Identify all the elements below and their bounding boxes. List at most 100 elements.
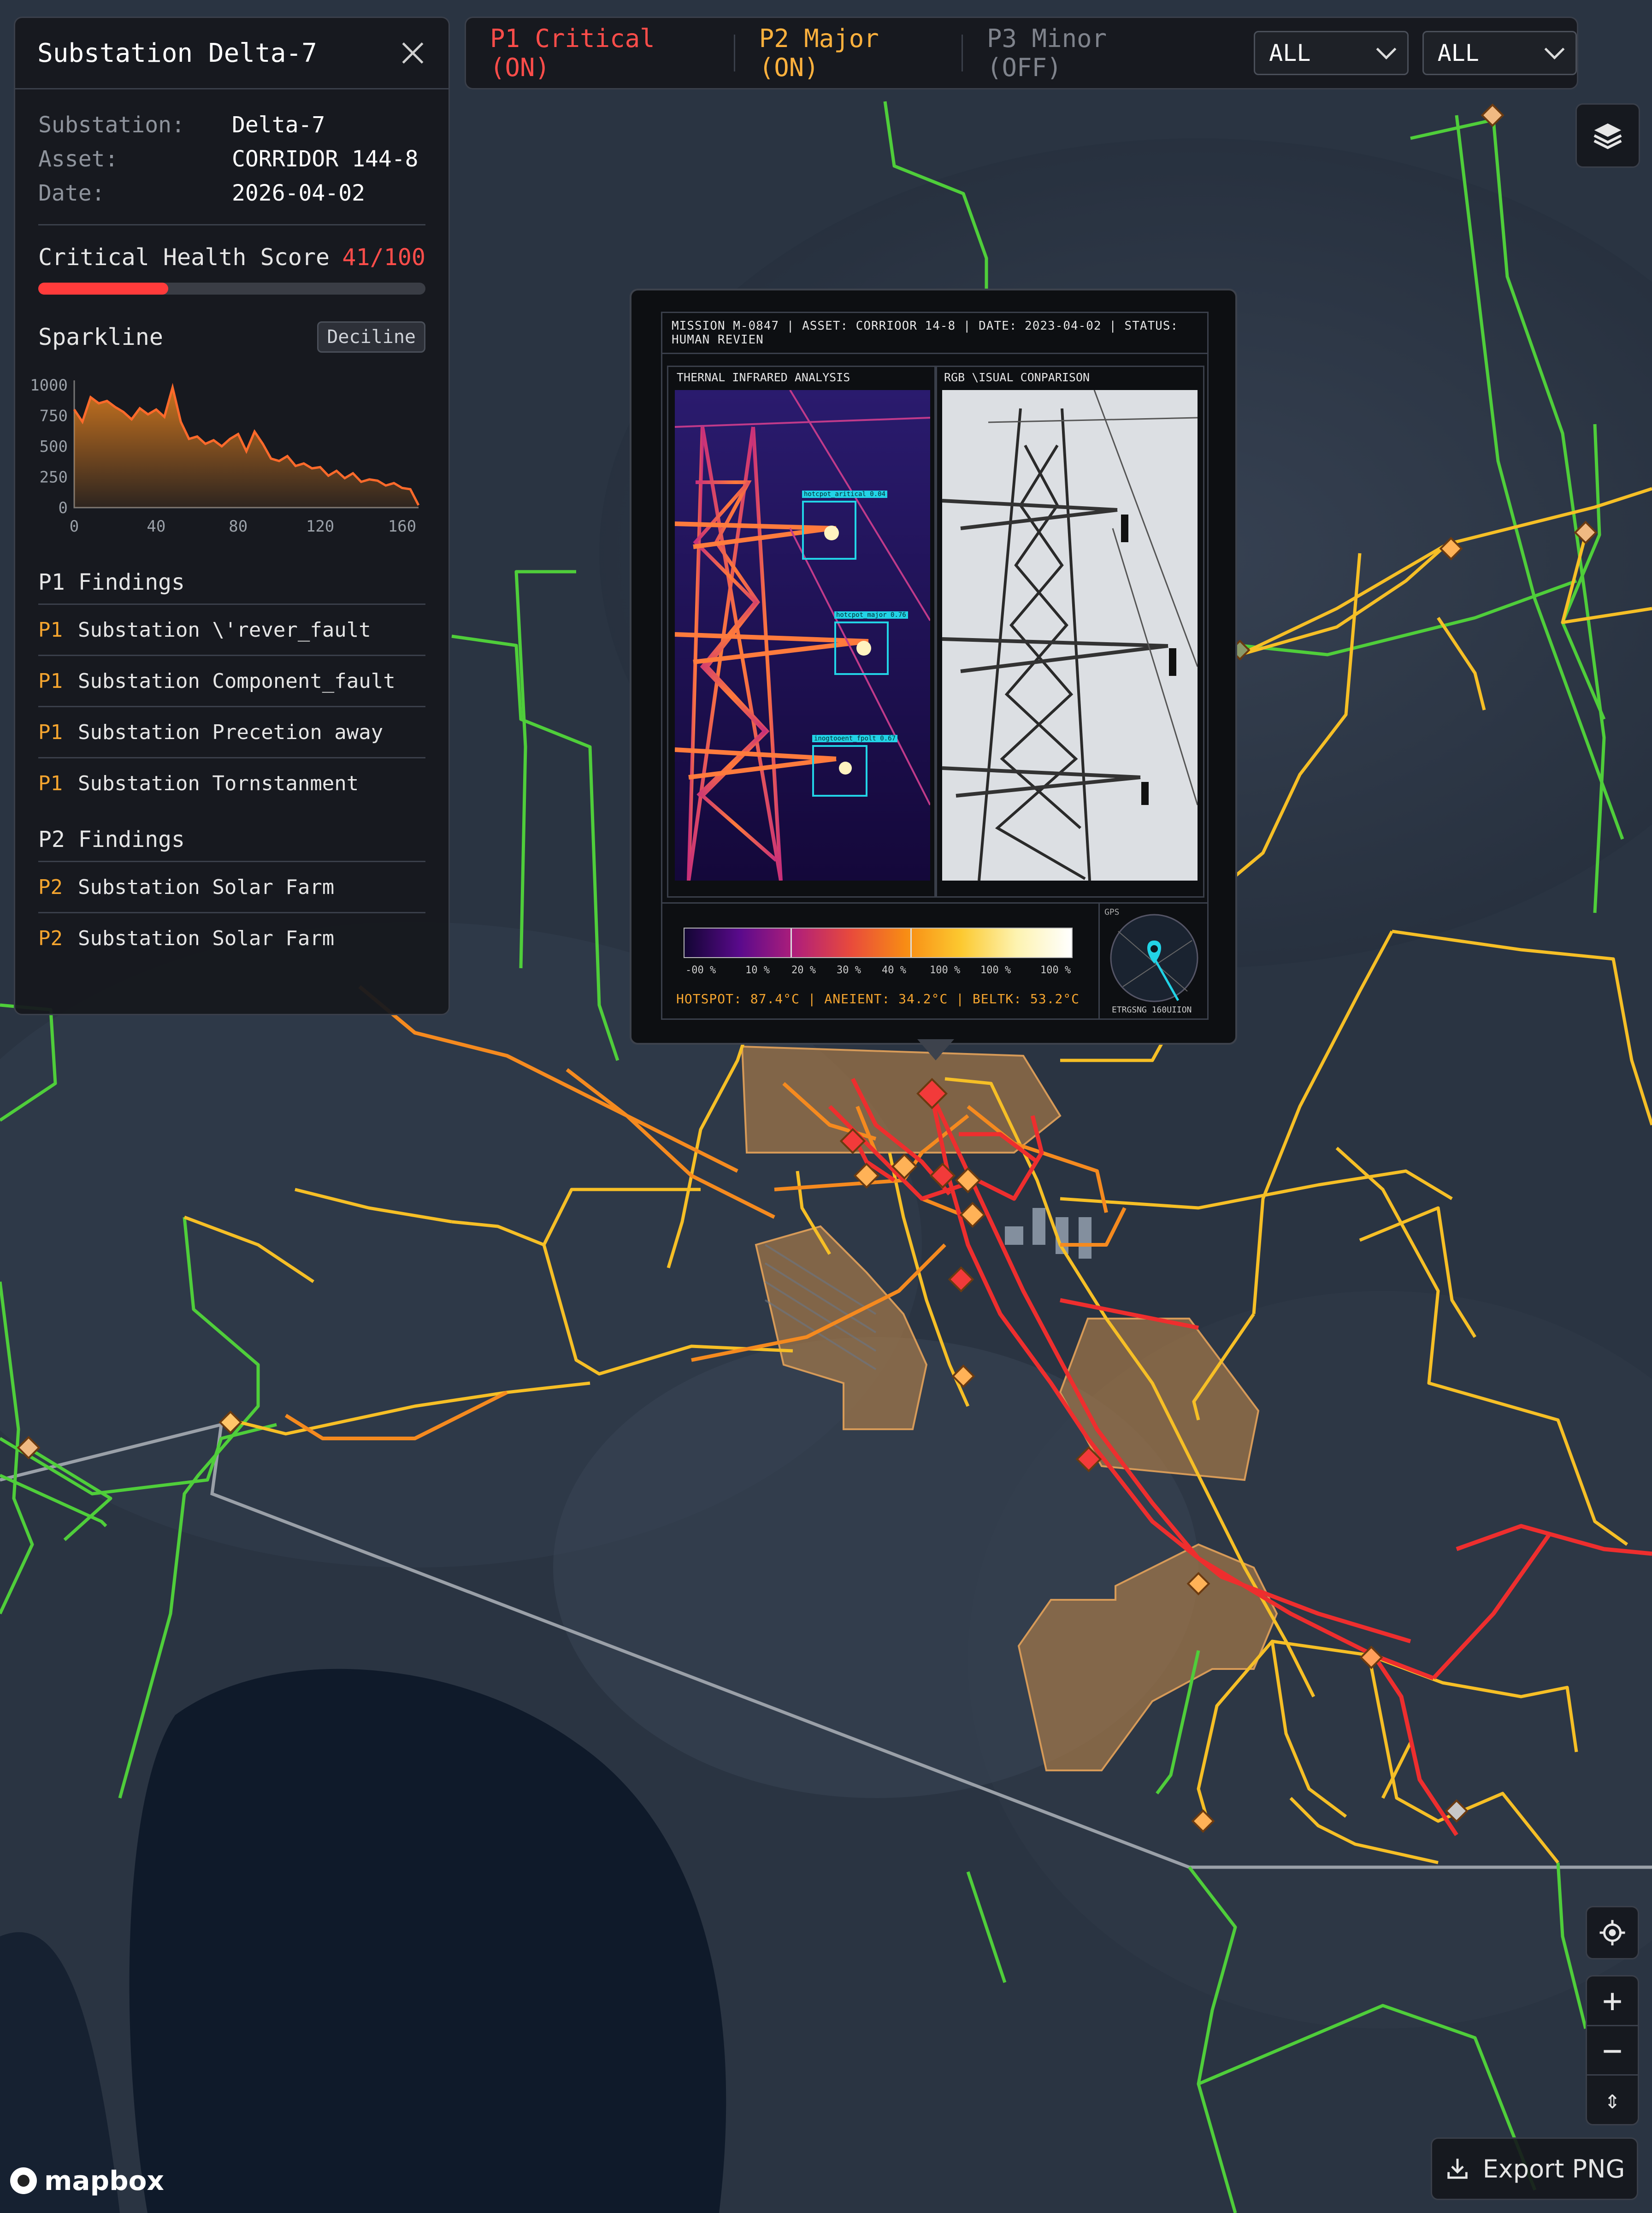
scale-tick-label: 30 %	[837, 964, 861, 976]
finding-text: Substation Precetion away	[78, 720, 384, 744]
health-score-value: 41/100	[342, 244, 425, 271]
scale-tick-label: 100 %	[1040, 964, 1071, 976]
popup-pointer	[917, 1039, 954, 1060]
health-score-fill	[38, 283, 169, 295]
rgb-pane: RGB \ISUAL CONPARISON	[934, 366, 1204, 898]
detection-label: hotcpot_major 0.76	[834, 611, 908, 619]
chevron-down-icon	[1544, 39, 1565, 59]
filter-dropdown-2[interactable]: ALL	[1422, 31, 1577, 75]
mission-header: MISSION M-0847 | ASSET: CORRIOOR 14-8 | …	[662, 313, 1207, 354]
mapbox-logo[interactable]: mapbox	[10, 2165, 164, 2196]
filter-p1-critical[interactable]: P1 Critical (ON)	[466, 24, 735, 82]
sparkline-chart: 0 250 500 750 1000 0 40 80 120 160	[30, 376, 420, 536]
x-tick-label: 120	[306, 517, 334, 536]
dropdown-value: ALL	[1269, 40, 1311, 66]
priority-badge: P1	[38, 618, 63, 642]
finding-item[interactable]: P1 Substation \'rever_fault	[38, 604, 425, 656]
meta-row-asset: Asset: CORRIDOR 144-8	[38, 142, 425, 176]
zoom-control: + − ⇕	[1586, 1975, 1639, 2125]
gps-caption: ETRGSNG 160UIION	[1112, 1005, 1192, 1015]
meta-label: Asset:	[38, 146, 118, 172]
scale-tick-label: 20 %	[791, 964, 816, 976]
detection-box-major[interactable]: hotcpot_major 0.76	[834, 611, 908, 675]
gps-minimap[interactable]: GPS ETRGSNG 160UIION	[1098, 904, 1209, 1020]
filter-p2-major[interactable]: P2 Major (ON)	[735, 24, 963, 82]
x-tick-label: 80	[229, 517, 248, 536]
detection-box-critical[interactable]: hotcpot_aritical 0.04	[802, 491, 888, 560]
filter-dropdown-1[interactable]: ALL	[1254, 31, 1409, 75]
y-tick-label: 0	[59, 499, 68, 517]
finding-item[interactable]: P2 Substation Solar Farm	[38, 861, 425, 913]
panel-header: Substation Delta-7	[15, 18, 448, 89]
priority-badge: P2	[38, 926, 63, 950]
y-tick-label: 250	[40, 468, 68, 487]
detection-box-component[interactable]: inogtooent_fpolt 0.67	[812, 735, 898, 797]
priority-badge: P1	[38, 720, 63, 744]
finding-text: Substation Tornstanment	[78, 771, 359, 795]
filter-p3-minor[interactable]: P3 Minor (OFF)	[963, 24, 1203, 82]
meta-row-date: Date: 2026-04-02	[38, 176, 425, 210]
y-tick-label: 500	[40, 438, 68, 456]
p2-findings-list: P2 Substation Solar Farm P2 Substation Sol…	[15, 861, 448, 963]
thermal-pane: THERNAL INFRARED ANALYSIS hotcpot_aritic…	[667, 366, 937, 898]
panel-title: Substation Delta-7	[37, 38, 317, 68]
close-icon[interactable]	[399, 39, 426, 67]
thermal-scale-footer: -00 % 10 % 20 % 30 % 40 % 100 % 100 % 10…	[662, 902, 1207, 1020]
dropdown-value: ALL	[1437, 40, 1479, 66]
popup-frame: MISSION M-0847 | ASSET: CORRIOOR 14-8 | …	[661, 312, 1209, 1020]
finding-item[interactable]: P2 Substation Solar Farm	[38, 913, 425, 963]
y-tick-label: 750	[40, 407, 68, 426]
finding-text: Substation Solar Farm	[78, 926, 335, 950]
health-score-label: Critical Health Score	[38, 244, 330, 271]
priority-badge: P2	[38, 875, 63, 899]
meta-label: Substation:	[38, 112, 185, 138]
meta-label: Date:	[38, 180, 105, 206]
sparkline-label: Sparkline	[38, 324, 163, 350]
p1-findings-title: P1 Findings	[38, 569, 185, 595]
finding-text: Substation Solar Farm	[78, 875, 335, 899]
scale-tick-label: 40 %	[882, 964, 906, 976]
sparkline-area	[74, 387, 419, 508]
detection-label: inogtooent_fpolt 0.67	[812, 735, 898, 742]
thermal-title: THERNAL INFRARED ANALYSIS	[677, 371, 850, 384]
finding-item[interactable]: P1 Substation Precetion away	[38, 707, 425, 758]
geolocate-button[interactable]	[1586, 1906, 1639, 1959]
scale-tick-label: 100 %	[930, 964, 961, 976]
export-png-button[interactable]: Export PNG	[1431, 2137, 1638, 2200]
finding-item[interactable]: P1 Substation Component_fault	[38, 656, 425, 707]
layers-icon	[1593, 123, 1622, 149]
sparkline-header: Sparkline Deciline	[38, 321, 425, 353]
chevron-down-icon	[1376, 39, 1396, 59]
substation-meta: Substation: Delta-7 Asset: CORRIDOR 144-…	[15, 89, 448, 210]
meta-value: 2026-04-02	[232, 180, 365, 206]
p1-findings-list: P1 Substation \'rever_fault P1 Substation …	[15, 604, 448, 808]
zoom-in-button[interactable]: +	[1587, 1976, 1638, 2026]
p2-findings-title: P2 Findings	[38, 827, 185, 852]
scale-tick-label: 10 %	[745, 964, 770, 976]
decile-button[interactable]: Deciline	[317, 321, 425, 353]
thermal-image	[675, 390, 930, 881]
rgb-title: RGB \ISUAL CONPARISON	[944, 371, 1090, 384]
rgb-image	[942, 390, 1198, 881]
scale-tick-label: 100 %	[980, 964, 1011, 976]
download-icon	[1447, 2159, 1468, 2179]
meta-value: Delta-7	[232, 112, 325, 138]
thermal-color-scale	[684, 928, 1073, 958]
layers-button[interactable]	[1575, 103, 1640, 168]
finding-text: Substation Component_fault	[78, 669, 395, 693]
priority-filter-bar: P1 Critical (ON) P2 Major (ON) P3 Minor …	[465, 17, 1578, 89]
priority-badge: P1	[38, 669, 63, 693]
substation-detail-panel: Substation Delta-7 Substation: Delta-7 A…	[14, 17, 450, 1015]
detection-label: hotcpot_aritical 0.04	[802, 491, 888, 498]
temperature-readout: HOTSPOT: 87.4°C | ANEIENT: 34.2°C | BELT…	[676, 991, 1080, 1006]
priority-badge: P1	[38, 771, 63, 795]
finding-item[interactable]: P1 Substation Tornstanment	[38, 758, 425, 808]
zoom-out-button[interactable]: −	[1587, 2026, 1638, 2076]
meta-row-substation: Substation: Delta-7	[38, 108, 425, 142]
inspection-popup: MISSION M-0847 | ASSET: CORRIOOR 14-8 | …	[630, 289, 1237, 1045]
compass-button[interactable]: ⇕	[1587, 2076, 1638, 2124]
finding-text: Substation \'rever_fault	[78, 618, 371, 642]
mapbox-logo-text: mapbox	[44, 2165, 164, 2196]
y-tick-label: 1000	[30, 376, 68, 395]
x-tick-label: 160	[388, 517, 416, 536]
